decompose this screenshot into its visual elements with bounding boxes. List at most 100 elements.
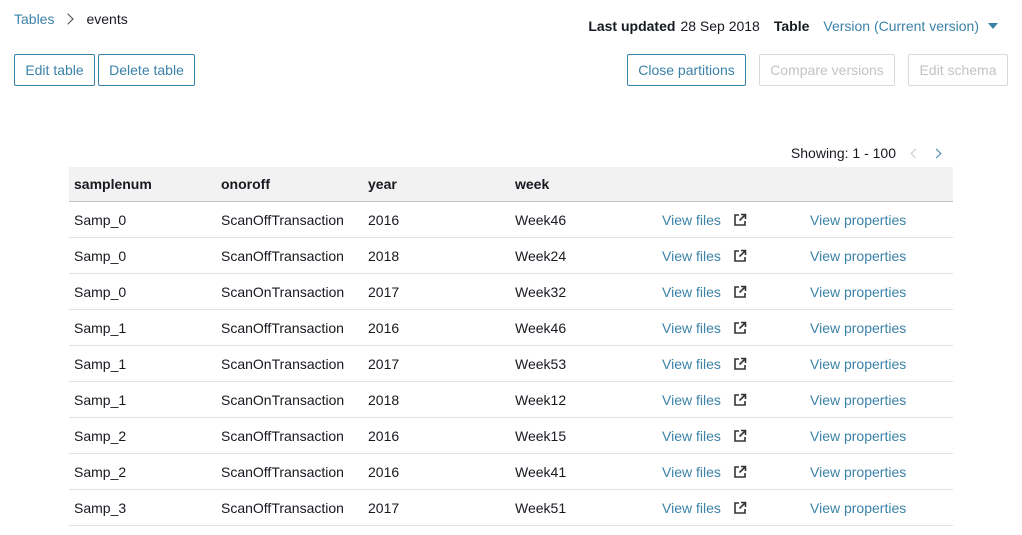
chevron-right-icon	[62, 13, 75, 25]
chevron-right-icon[interactable]	[931, 148, 942, 158]
cell-week: Week51	[510, 489, 657, 526]
cell-week: Week15	[510, 417, 657, 454]
last-updated-label: Last updated	[588, 18, 676, 34]
cell-year: 2016	[363, 417, 510, 454]
view-properties-link[interactable]: View properties	[810, 464, 906, 480]
cell-year: 2016	[363, 309, 510, 346]
cell-properties: View properties	[805, 417, 953, 454]
cell-properties: View properties	[805, 345, 953, 382]
view-properties-link[interactable]: View properties	[810, 356, 906, 372]
cell-properties: View properties	[805, 201, 953, 238]
cell-samplenum: Samp_1	[69, 381, 216, 418]
external-link-icon[interactable]	[733, 249, 747, 263]
cell-week: Week12	[510, 381, 657, 418]
cell-files: View files	[657, 381, 805, 418]
pagination-showing: Showing: 1 - 100	[790, 145, 896, 161]
table-meta: Last updated 28 Sep 2018 Table Version (…	[588, 17, 998, 35]
breadcrumb: Tables events	[14, 10, 128, 28]
cell-properties: View properties	[805, 273, 953, 310]
view-properties-link[interactable]: View properties	[810, 248, 906, 264]
cell-properties: View properties	[805, 489, 953, 526]
external-link-icon[interactable]	[733, 429, 747, 443]
column-header-files	[657, 167, 805, 202]
cell-files: View files	[657, 345, 805, 382]
chevron-left-icon[interactable]	[910, 148, 921, 158]
cell-week: Week41	[510, 453, 657, 490]
view-files-link[interactable]: View files	[662, 248, 721, 264]
view-files-link[interactable]: View files	[662, 464, 721, 480]
view-files-link[interactable]: View files	[662, 428, 721, 444]
cell-year: 2017	[363, 345, 510, 382]
cell-onoroff: ScanOffTransaction	[216, 309, 363, 346]
table-row: Samp_0 ScanOffTransaction 2016 Week46 Vi…	[69, 201, 953, 238]
cell-samplenum: Samp_0	[69, 201, 216, 238]
table-row: Samp_0 ScanOnTransaction 2017 Week32 Vie…	[69, 273, 953, 310]
breadcrumb-current: events	[86, 11, 128, 27]
cell-files: View files	[657, 489, 805, 526]
view-properties-link[interactable]: View properties	[810, 392, 906, 408]
table-header-row: samplenum onoroff year week	[69, 167, 953, 202]
cell-onoroff: ScanOnTransaction	[216, 273, 363, 310]
table-row: Samp_2 ScanOffTransaction 2016 Week41 Vi…	[69, 453, 953, 490]
cell-samplenum: Samp_3	[69, 489, 216, 526]
cell-onoroff: ScanOffTransaction	[216, 489, 363, 526]
view-properties-link[interactable]: View properties	[810, 500, 906, 516]
delete-table-button[interactable]: Delete table	[98, 54, 195, 86]
view-files-link[interactable]: View files	[662, 212, 721, 228]
cell-year: 2018	[363, 237, 510, 274]
external-link-icon[interactable]	[733, 321, 747, 335]
breadcrumb-tables-link[interactable]: Tables	[14, 11, 54, 27]
cell-onoroff: ScanOffTransaction	[216, 417, 363, 454]
view-files-link[interactable]: View files	[662, 356, 721, 372]
partitions-table: samplenum onoroff year week Samp_0 ScanO…	[69, 167, 953, 526]
cell-onoroff: ScanOnTransaction	[216, 345, 363, 382]
table-row: Samp_3 ScanOffTransaction 2017 Week51 Vi…	[69, 489, 953, 526]
cell-files: View files	[657, 453, 805, 490]
cell-onoroff: ScanOffTransaction	[216, 453, 363, 490]
external-link-icon[interactable]	[733, 393, 747, 407]
cell-samplenum: Samp_2	[69, 453, 216, 490]
cell-files: View files	[657, 417, 805, 454]
edit-schema-button[interactable]: Edit schema	[908, 54, 1008, 86]
table-label: Table	[773, 18, 810, 34]
view-properties-link[interactable]: View properties	[810, 428, 906, 444]
external-link-icon[interactable]	[733, 501, 747, 515]
cell-properties: View properties	[805, 453, 953, 490]
version-select[interactable]: Version (Current version)	[823, 18, 998, 34]
external-link-icon[interactable]	[733, 285, 747, 299]
view-properties-link[interactable]: View properties	[810, 284, 906, 300]
view-properties-link[interactable]: View properties	[810, 212, 906, 228]
table-row: Samp_2 ScanOffTransaction 2016 Week15 Vi…	[69, 417, 953, 454]
cell-week: Week24	[510, 237, 657, 274]
cell-year: 2016	[363, 201, 510, 238]
compare-versions-button[interactable]: Compare versions	[759, 54, 895, 86]
cell-samplenum: Samp_2	[69, 417, 216, 454]
view-files-link[interactable]: View files	[662, 392, 721, 408]
external-link-icon[interactable]	[733, 213, 747, 227]
column-header-onoroff: onoroff	[216, 167, 363, 202]
view-files-link[interactable]: View files	[662, 500, 721, 516]
view-files-link[interactable]: View files	[662, 284, 721, 300]
cell-year: 2017	[363, 489, 510, 526]
cell-properties: View properties	[805, 237, 953, 274]
cell-samplenum: Samp_1	[69, 345, 216, 382]
cell-samplenum: Samp_1	[69, 309, 216, 346]
external-link-icon[interactable]	[733, 465, 747, 479]
table-row: Samp_0 ScanOffTransaction 2018 Week24 Vi…	[69, 237, 953, 274]
column-header-properties	[805, 167, 953, 202]
column-header-year: year	[363, 167, 510, 202]
pagination: Showing: 1 - 100	[791, 144, 942, 162]
cell-files: View files	[657, 273, 805, 310]
view-files-link[interactable]: View files	[662, 320, 721, 336]
caret-down-icon	[988, 23, 998, 29]
close-partitions-button[interactable]: Close partitions	[627, 54, 746, 86]
edit-table-button[interactable]: Edit table	[14, 54, 95, 86]
version-select-value: Version (Current version)	[823, 18, 979, 34]
cell-week: Week53	[510, 345, 657, 382]
last-updated-value: 28 Sep 2018	[680, 18, 760, 34]
cell-onoroff: ScanOnTransaction	[216, 381, 363, 418]
view-properties-link[interactable]: View properties	[810, 320, 906, 336]
external-link-icon[interactable]	[733, 357, 747, 371]
cell-week: Week32	[510, 273, 657, 310]
cell-year: 2017	[363, 273, 510, 310]
